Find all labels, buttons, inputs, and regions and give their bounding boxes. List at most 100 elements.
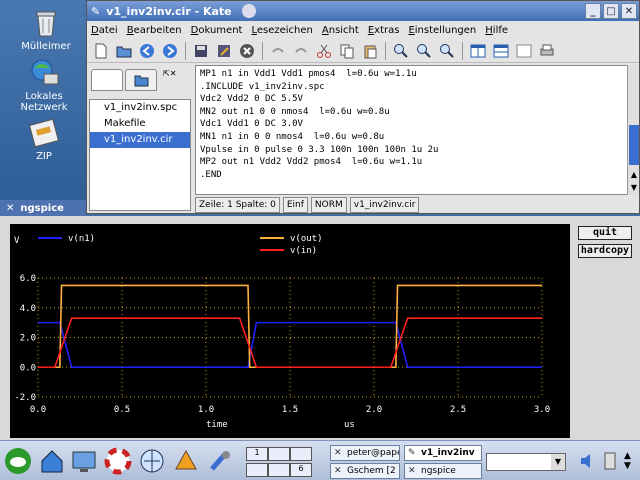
x-tick-label: 0.5 [114, 405, 130, 415]
cut-button[interactable] [314, 41, 334, 61]
scrollbar-thumb[interactable] [629, 125, 639, 165]
desktop-icon-zip[interactable]: ZIP [2, 116, 86, 162]
y-tick-label: 4.0 [20, 304, 36, 314]
legend-label: v(n1) [68, 234, 95, 244]
split-horizontal-button[interactable] [491, 41, 511, 61]
print-button[interactable] [537, 41, 557, 61]
replace-button[interactable] [437, 41, 457, 61]
sidebar-tabs: ⇱✕ [87, 65, 191, 91]
task-terminal[interactable]: ✕ peter@pape [330, 445, 400, 461]
speaker-icon[interactable] [578, 451, 598, 471]
pager-desktop-6[interactable]: 6 [290, 463, 312, 477]
ngspice-title-bar[interactable]: ✕ ngspice [0, 200, 86, 216]
minimize-button[interactable]: _ [585, 3, 601, 19]
mail-icon[interactable] [172, 447, 200, 475]
scroll-down-icon[interactable]: ▼ [628, 182, 640, 194]
undo-button[interactable] [268, 41, 288, 61]
open-file-button[interactable] [114, 41, 134, 61]
kate-title-bar[interactable]: ✎ v1_inv2inv.cir - Kate _ □ ✕ [87, 1, 639, 21]
find-button[interactable] [391, 41, 411, 61]
pager-desktop-4[interactable] [246, 463, 268, 477]
close-button[interactable]: ✕ [621, 3, 637, 19]
document-list: v1_inv2inv.spc Makefile v1_inv2inv.cir [89, 99, 191, 211]
tray-dropdown[interactable]: ▼ [486, 453, 566, 471]
x-tick-label: 1.5 [282, 405, 298, 415]
menu-dokument[interactable]: Dokument [191, 25, 243, 36]
search-replace-icon [440, 43, 454, 58]
kate-icon: ✎ [408, 448, 416, 458]
sidebar-close-icon[interactable]: ⇱✕ [163, 69, 176, 91]
save-as-button[interactable] [214, 41, 234, 61]
help-lifebuoy-icon[interactable] [104, 447, 132, 475]
selection-mode: NORM [310, 197, 347, 213]
network-tray-icon[interactable] [602, 451, 618, 471]
toolbar [87, 39, 639, 63]
menu-bearbeiten[interactable]: Bearbeiten [127, 25, 182, 36]
forward-button[interactable] [160, 41, 180, 61]
menu-ansicht[interactable]: Ansicht [322, 25, 359, 36]
new-file-button[interactable] [91, 41, 111, 61]
y-axis-label: V [14, 236, 20, 246]
code-line: .END [200, 169, 222, 180]
pager-desktop-3[interactable] [290, 447, 312, 461]
desktop-icon-label: Mülleimer [21, 41, 71, 52]
list-item[interactable]: v1_inv2inv.spc [90, 100, 190, 116]
pager-desktop-1[interactable]: 1 [246, 447, 268, 461]
pager-desktop-2[interactable] [268, 447, 290, 461]
close-circle-icon [240, 43, 254, 58]
x-tick-label: 3.0 [534, 405, 550, 415]
waveform-chart: 0.0 0.5 1.0 1.5 2.0 2.5 3.0 -2.0 0.0 2.0 4.0 6.0 Vti… [14, 234, 550, 430]
status-bar: Zeile: 1 Spalte: 0 Einf NORM v1_inv2inv.… [195, 197, 420, 213]
task-kate[interactable]: ✎ v1_inv2inv [404, 445, 482, 461]
maximize-button[interactable]: □ [603, 3, 619, 19]
chevron-down-icon[interactable]: ▼ [551, 454, 565, 470]
ngspice-window: 0.0 0.5 1.0 1.5 2.0 2.5 3.0 -2.0 0.0 2.0 4.0 6.0 Vti… [0, 216, 640, 440]
menu-datei[interactable]: Datei [91, 25, 118, 36]
insert-mode: Einf [282, 197, 308, 213]
list-item-selected[interactable]: v1_inv2inv.cir [90, 132, 190, 148]
code-line: Vdc1 Vdd1 0 DC 3.0V [200, 119, 303, 130]
suse-menu-icon[interactable] [4, 447, 32, 475]
home-icon[interactable] [38, 447, 66, 475]
printer-icon [540, 44, 554, 55]
task-ngspice[interactable]: ✕ ngspice [404, 463, 482, 479]
toolbar-separator [185, 41, 186, 60]
menu-orb-icon[interactable] [241, 4, 256, 18]
x-axis-unit: us [344, 420, 355, 430]
desktop-icon-network[interactable]: Lokales Netzwerk [2, 56, 86, 113]
x-axis-label: time [206, 420, 228, 430]
desktop-show-icon[interactable] [70, 447, 98, 475]
x-logo-icon: ✕ [6, 202, 15, 214]
menu-extras[interactable]: Extras [368, 25, 400, 36]
split-vertical-button[interactable] [468, 41, 488, 61]
folder-icon [134, 75, 149, 87]
code-editor[interactable]: MP1 n1 in Vdd1 Vdd1 pmos4 l=0.6u w=1.1u … [195, 65, 629, 195]
new-window-button[interactable] [514, 41, 534, 61]
task-gschem[interactable]: ✕ Gschem [2 [330, 463, 400, 479]
copy-button[interactable] [337, 41, 357, 61]
redo-button[interactable] [291, 41, 311, 61]
quit-button[interactable]: quit [578, 226, 632, 240]
find-next-button[interactable] [414, 41, 434, 61]
pager-desktop-5[interactable] [268, 463, 290, 477]
menu-einstellungen[interactable]: Einstellungen [408, 25, 476, 36]
scroll-up-icon[interactable]: ▲ [628, 169, 640, 181]
list-item[interactable]: Makefile [90, 116, 190, 132]
save-button[interactable] [191, 41, 211, 61]
legend-label: v(in) [290, 246, 317, 256]
menu-hilfe[interactable]: Hilfe [485, 25, 508, 36]
y-tick-label: 6.0 [20, 274, 36, 284]
tab-documents[interactable] [91, 69, 123, 91]
back-button[interactable] [137, 41, 157, 61]
edit-icon [218, 44, 230, 57]
vertical-scrollbar[interactable]: ▲ ▼ [627, 65, 639, 195]
close-document-button[interactable] [237, 41, 257, 61]
hardcopy-button[interactable]: hardcopy [578, 244, 632, 258]
browser-icon[interactable] [138, 447, 166, 475]
menu-lesezeichen[interactable]: Lesezeichen [251, 25, 312, 36]
control-center-icon[interactable] [206, 447, 234, 475]
tray-arrows-icon[interactable]: ▲ ▼ [624, 451, 631, 471]
paste-button[interactable] [360, 41, 380, 61]
tab-filesystem[interactable] [125, 69, 157, 91]
desktop-icon-trash[interactable]: Mülleimer [4, 6, 88, 52]
